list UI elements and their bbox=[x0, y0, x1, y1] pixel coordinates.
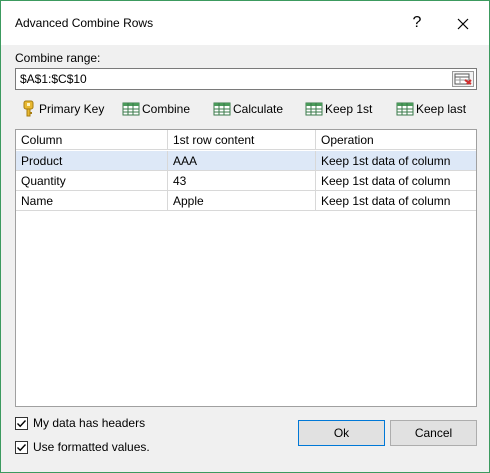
table-row[interactable]: Product AAA Keep 1st data of column bbox=[16, 151, 476, 171]
grid-header: Column 1st row content Operation bbox=[16, 130, 476, 150]
row-content-cell[interactable]: 43 bbox=[168, 171, 316, 191]
row-content-cell[interactable]: AAA bbox=[168, 151, 316, 171]
keep-first-label: Keep 1st bbox=[325, 102, 373, 116]
keep-last-button[interactable]: Keep last bbox=[396, 99, 466, 119]
table-calculate-icon bbox=[213, 102, 231, 116]
combine-range-label: Combine range: bbox=[15, 51, 101, 65]
headers-checkbox[interactable] bbox=[15, 416, 28, 430]
row-column-cell[interactable]: Name bbox=[16, 191, 168, 211]
table-row[interactable]: Quantity 43 Keep 1st data of column bbox=[16, 171, 476, 191]
column-operations-grid[interactable]: Column 1st row content Operation Product… bbox=[15, 129, 477, 407]
help-button[interactable]: ? bbox=[405, 10, 429, 36]
combine-range-value: $A$1:$C$10 bbox=[20, 72, 87, 86]
row-content-cell[interactable]: Apple bbox=[168, 191, 316, 211]
range-select-button[interactable] bbox=[452, 71, 474, 87]
headers-option[interactable]: My data has headers bbox=[15, 416, 145, 430]
row-column-cell[interactable]: Quantity bbox=[16, 171, 168, 191]
combine-label: Combine bbox=[142, 102, 191, 116]
combine-range-input[interactable]: $A$1:$C$10 bbox=[15, 68, 477, 90]
header-column[interactable]: Column bbox=[16, 130, 168, 150]
title-bar: Advanced Combine Rows ? bbox=[1, 1, 489, 45]
keep-first-button[interactable]: Keep 1st bbox=[305, 99, 372, 119]
table-row[interactable]: Name Apple Keep 1st data of column bbox=[16, 191, 476, 211]
range-select-icon bbox=[454, 73, 472, 85]
window-title: Advanced Combine Rows bbox=[15, 16, 154, 30]
header-first-row-content[interactable]: 1st row content bbox=[168, 130, 316, 150]
row-operation-cell[interactable]: Keep 1st data of column bbox=[316, 191, 476, 211]
ok-button[interactable]: Ok bbox=[298, 420, 385, 446]
row-column-cell[interactable]: Product bbox=[16, 151, 168, 171]
keep-last-label: Keep last bbox=[416, 102, 467, 116]
row-operation-cell[interactable]: Keep 1st data of column bbox=[316, 151, 476, 171]
primary-key-label: Primary Key bbox=[39, 102, 105, 116]
headers-label: My data has headers bbox=[33, 416, 146, 430]
calculate-button[interactable]: Calculate bbox=[213, 99, 283, 119]
formatted-label: Use formatted values. bbox=[33, 440, 150, 454]
key-icon bbox=[23, 100, 34, 117]
row-operation-cell[interactable]: Keep 1st data of column bbox=[316, 171, 476, 191]
checkmark-icon bbox=[17, 443, 27, 451]
advanced-combine-rows-dialog: Advanced Combine Rows ? Combine range: $… bbox=[0, 0, 490, 473]
header-operation[interactable]: Operation bbox=[316, 130, 476, 150]
table-keep-first-icon bbox=[305, 102, 323, 116]
checkmark-icon bbox=[17, 419, 27, 427]
cancel-button[interactable]: Cancel bbox=[390, 420, 477, 446]
formatted-option[interactable]: Use formatted values. bbox=[15, 440, 150, 454]
close-button[interactable] bbox=[451, 10, 475, 36]
primary-key-button[interactable]: Primary Key bbox=[21, 99, 104, 119]
table-combine-icon bbox=[122, 102, 140, 116]
close-icon bbox=[457, 18, 469, 30]
calculate-label: Calculate bbox=[233, 102, 284, 116]
combine-button[interactable]: Combine bbox=[122, 99, 190, 119]
formatted-checkbox[interactable] bbox=[15, 440, 28, 454]
table-keep-last-icon bbox=[396, 102, 414, 116]
